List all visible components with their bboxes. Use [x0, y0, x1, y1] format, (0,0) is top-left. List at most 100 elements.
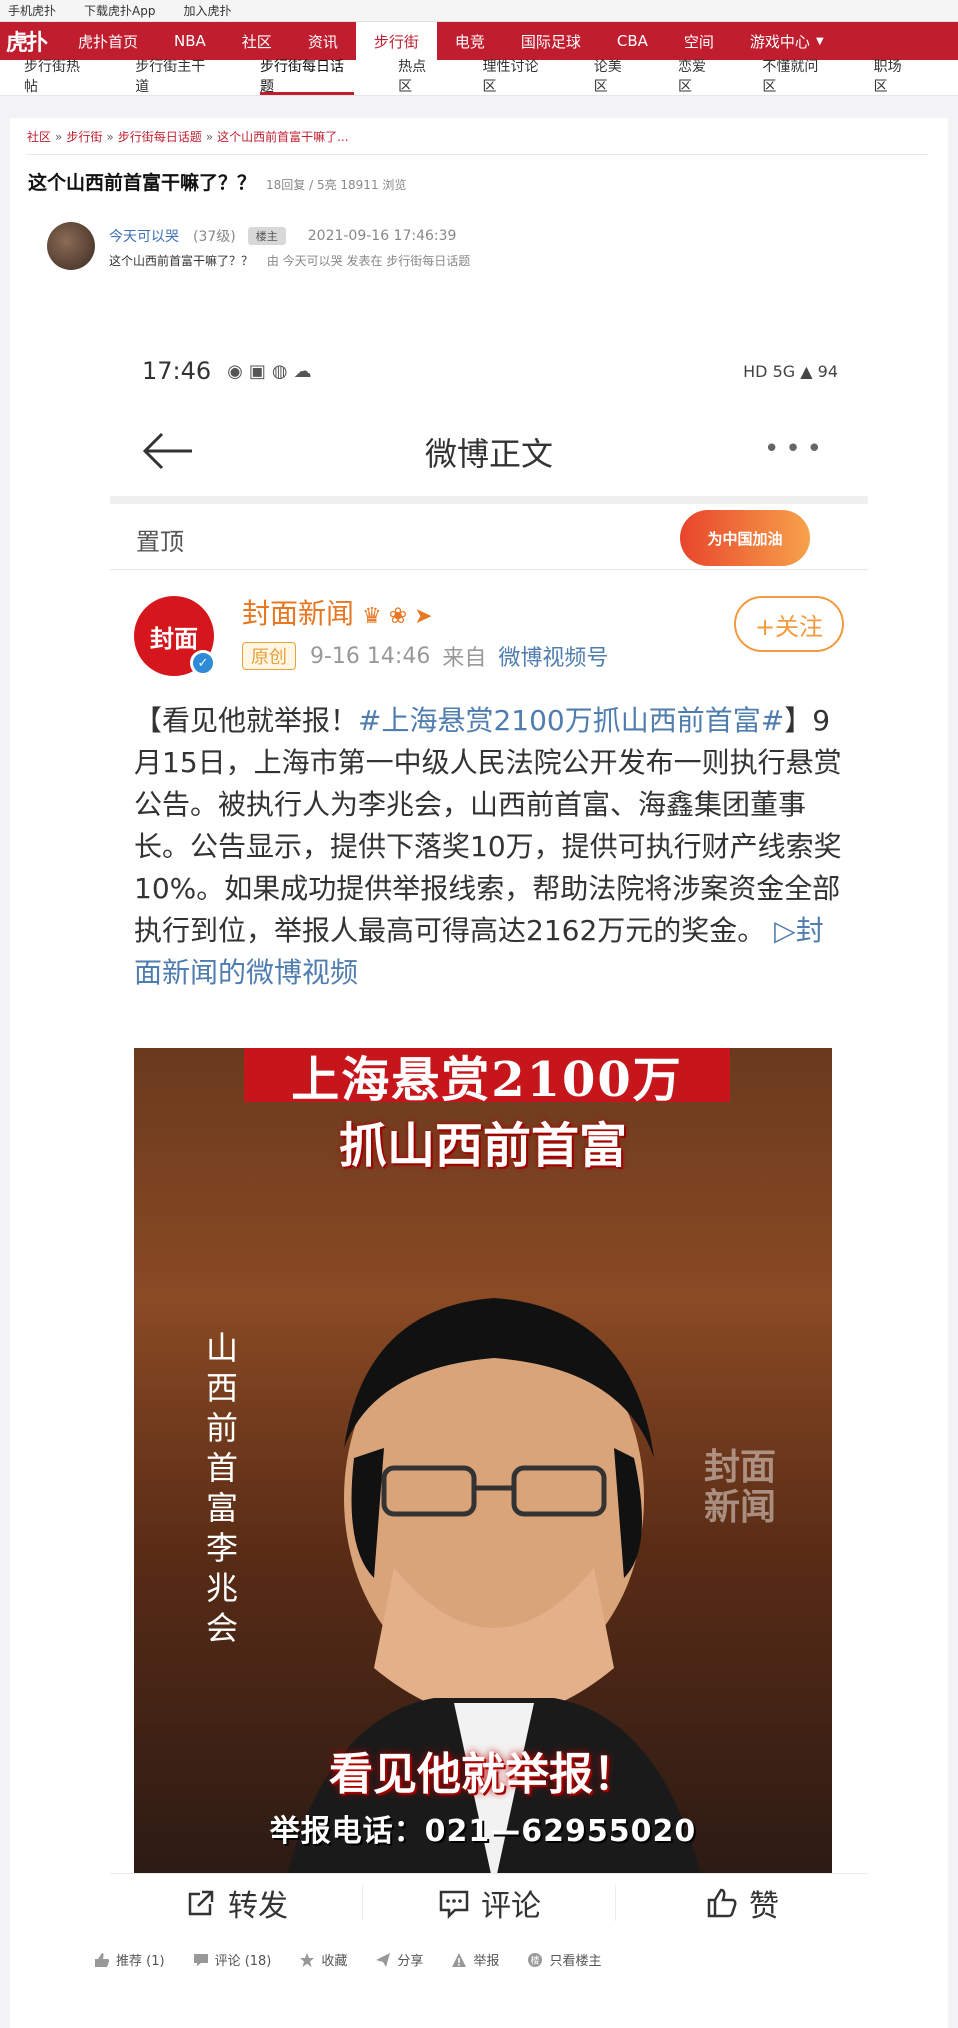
- author-name[interactable]: 今天可以哭: [109, 226, 179, 246]
- video-subtitle: 抓山西前首富: [338, 1118, 627, 1174]
- breadcrumb-current[interactable]: 这个山西前首富干嘛了...: [217, 130, 348, 144]
- video-vertical-caption: 山西前首富李兆会: [205, 1329, 238, 1647]
- svg-text:楼: 楼: [531, 1954, 540, 1966]
- nav-item-esports[interactable]: 电竞: [437, 22, 503, 60]
- follow-button: +关注: [734, 596, 844, 652]
- weibo-screenshot[interactable]: 17:46 ◉▣◍☁ HD 5G ▲ 94 微博正文 ••• 置顶 为中国加油 …: [110, 328, 868, 1884]
- weibo-action-bar: 转发 评论 赞: [110, 1873, 868, 1931]
- download-app-link[interactable]: 下载虎扑App: [84, 2, 155, 19]
- pinned-badge: 为中国加油: [680, 510, 810, 566]
- breadcrumb-community[interactable]: 社区: [27, 130, 51, 144]
- crown-badge-icon: ♛ ❀ ➤: [362, 604, 433, 629]
- source-name: 微博视频号: [498, 646, 609, 671]
- hupu-logo[interactable]: 虎扑: [0, 22, 52, 60]
- comment-count-label: 评论 (18): [214, 1954, 272, 1969]
- nav-item-home[interactable]: 虎扑首页: [60, 22, 156, 60]
- breadcrumb-bxj[interactable]: 步行街: [66, 130, 102, 144]
- main-nav: 虎扑 虎扑首页 NBA 社区 资讯 步行街 电竞 国际足球 CBA 空间 游戏中…: [0, 22, 958, 60]
- thumb-icon: [95, 1952, 110, 1967]
- post-subline: 这个山西前首富干嘛了？？ 由 今天可以哭 发表在 步行街每日话题: [109, 252, 470, 269]
- post-meta: 由 今天可以哭 发表在 步行街每日话题: [266, 254, 471, 268]
- repost-button: 转发: [110, 1884, 363, 1924]
- warning-icon: [452, 1952, 467, 1967]
- verified-icon: ✓: [190, 650, 216, 676]
- comment-button: 评论: [363, 1884, 616, 1924]
- sub-nav-hot[interactable]: 步行街热帖: [24, 59, 91, 95]
- comment-count-button[interactable]: 评论 (18): [193, 1950, 272, 1969]
- weibo-title: 微博正文: [424, 435, 553, 473]
- video-banner: 上海悬赏2100万: [244, 1048, 730, 1108]
- sub-nav-beauty[interactable]: 论美区: [594, 59, 634, 95]
- nav-item-community[interactable]: 社区: [224, 22, 290, 60]
- breadcrumb-sep: »: [106, 130, 114, 144]
- nav-item-space[interactable]: 空间: [666, 22, 732, 60]
- thread-stats: 18回复 / 5亮 18911 浏览: [266, 178, 407, 192]
- post-time: 2021-09-16 17:46:39: [307, 228, 457, 244]
- comment-icon: [439, 1890, 469, 1919]
- repost-icon: [188, 1890, 214, 1915]
- avatar[interactable]: [47, 222, 95, 270]
- like-button: 赞: [616, 1885, 868, 1924]
- comment-icon: [193, 1953, 208, 1966]
- more-icon: •••: [763, 434, 828, 464]
- nav-item-games[interactable]: 游戏中心 ▼: [732, 22, 842, 60]
- nav-item-nba[interactable]: NBA: [156, 22, 224, 60]
- breadcrumb-sep: »: [205, 130, 214, 144]
- recommend-button[interactable]: 推荐 (1): [94, 1950, 165, 1969]
- breadcrumb: 社区» 步行街» 步行街每日话题» 这个山西前首富干嘛了...: [27, 128, 349, 145]
- sub-nav-rational[interactable]: 理性讨论区: [482, 59, 549, 95]
- post-content: 社区» 步行街» 步行街每日话题» 这个山西前首富干嘛了... 这个山西前首富干嘛了？…: [10, 118, 948, 2028]
- favorite-label: 收藏: [321, 1954, 348, 1969]
- weibo-text: 【看见他就举报！#上海悬赏2100万抓山西前首富#】9月15日，上海市第一中级人…: [134, 700, 844, 994]
- status-app-icons: ◉▣◍☁: [227, 360, 318, 382]
- op-badge: 楼主: [247, 227, 286, 245]
- sub-nav-ask[interactable]: 不懂就问区: [762, 59, 829, 95]
- comment-label: 评论: [481, 1888, 541, 1924]
- report-button[interactable]: 举报: [451, 1950, 499, 1969]
- repost-label: 转发: [228, 1888, 288, 1924]
- weibo-post-time: 9-16 14:46: [310, 643, 431, 669]
- sub-nav-main[interactable]: 步行街主干道: [135, 59, 216, 95]
- separator-band: [110, 496, 868, 504]
- back-arrow-icon: [142, 432, 192, 470]
- nav-item-news[interactable]: 资讯: [290, 22, 356, 60]
- account-name: 封面新闻 ♛ ❀ ➤: [242, 592, 433, 632]
- report-label: 举报: [473, 1954, 500, 1969]
- video-thumbnail: 上海悬赏2100万 抓山西前首富 山西前首富李兆会 封面新闻 看见他就举报！ 举…: [134, 1048, 832, 1884]
- nav-item-cba[interactable]: CBA: [599, 22, 666, 60]
- sub-nav-hotspot[interactable]: 热点区: [398, 59, 438, 95]
- post-text: 这个山西前首富干嘛了？？: [109, 254, 254, 268]
- mobile-hupu-link[interactable]: 手机虎扑: [8, 2, 56, 19]
- nav-item-games-label: 游戏中心: [749, 32, 810, 51]
- sub-nav-love[interactable]: 恋爱区: [678, 59, 718, 95]
- page-title: 这个山西前首富干嘛了？？: [28, 172, 257, 194]
- favorite-button[interactable]: 收藏: [299, 1950, 347, 1969]
- like-label: 赞: [749, 1888, 779, 1924]
- original-badge: 原创: [242, 642, 296, 670]
- star-icon: [300, 1952, 315, 1967]
- share-icon: [376, 1952, 391, 1967]
- divider: [26, 154, 928, 155]
- breadcrumb-daily[interactable]: 步行街每日话题: [118, 130, 202, 144]
- sub-nav: 步行街热帖 步行街主干道 步行街每日话题 热点区 理性讨论区 论美区 恋爱区 不…: [0, 59, 958, 96]
- author-line: 今天可以哭 (37级) 楼主 2021-09-16 17:46:39: [109, 226, 456, 246]
- chevron-down-icon: ▼: [815, 35, 824, 47]
- pinned-label: 置顶: [136, 528, 184, 556]
- nav-item-bxj[interactable]: 步行街: [355, 22, 437, 60]
- nav-item-soccer[interactable]: 国际足球: [503, 22, 599, 60]
- video-watermark: 封面新闻: [704, 1447, 777, 1528]
- only-op-label: 只看楼主: [549, 1954, 602, 1969]
- join-hupu-link[interactable]: 加入虎扑: [183, 2, 231, 19]
- like-icon: [707, 1888, 737, 1917]
- weibo-post-meta: 原创 9-16 14:46 来自 微博视频号: [242, 640, 608, 672]
- op-icon: 楼: [528, 1952, 543, 1967]
- only-op-button[interactable]: 楼 只看楼主: [527, 1950, 601, 1969]
- share-button[interactable]: 分享: [375, 1950, 423, 1969]
- sub-nav-work[interactable]: 职场区: [874, 59, 914, 95]
- status-time: 17:46: [142, 357, 212, 385]
- account-name-text: 封面新闻: [242, 597, 355, 630]
- main-nav-items: 虎扑首页 NBA 社区 资讯 步行街 电竞 国际足球 CBA 空间 游戏中心 ▼: [60, 22, 842, 60]
- status-right: HD 5G ▲ 94: [743, 361, 838, 381]
- sub-nav-daily-topic[interactable]: 步行街每日话题: [259, 59, 355, 95]
- utility-bar: 手机虎扑 下载虎扑App 加入虎扑: [0, 0, 958, 22]
